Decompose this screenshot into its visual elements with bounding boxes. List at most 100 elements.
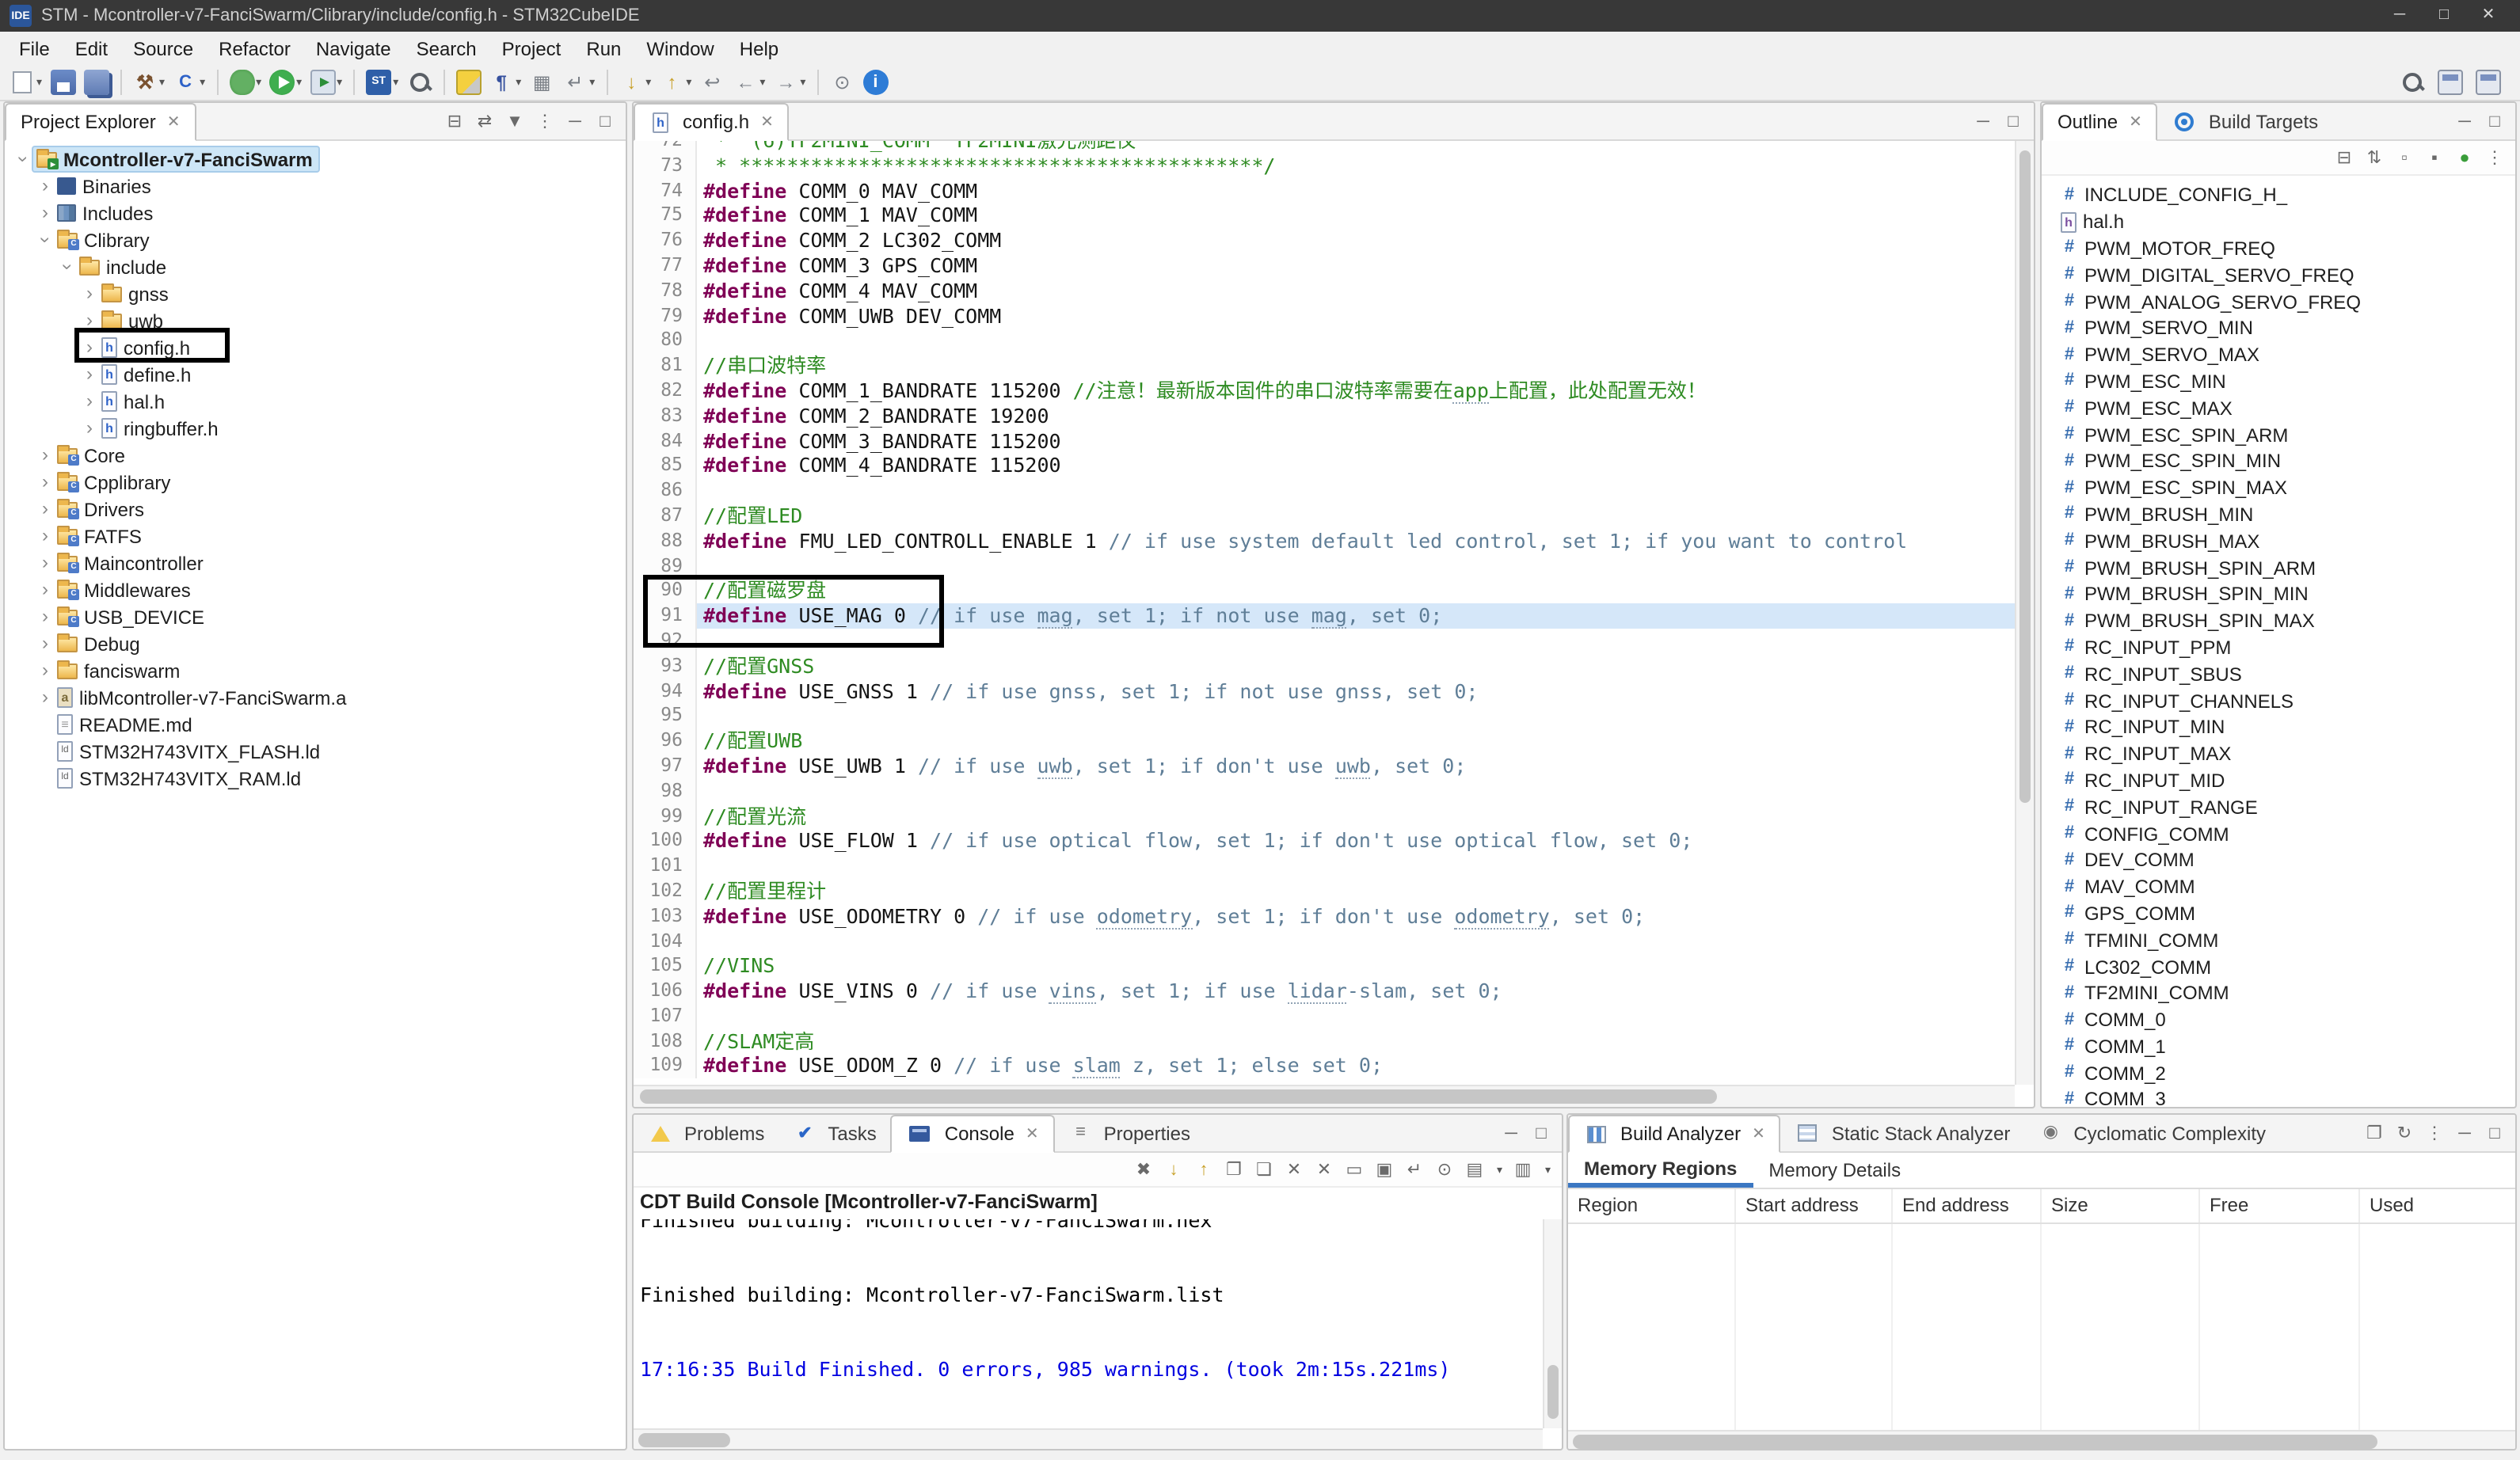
column-header-size[interactable]: Size (2042, 1189, 2200, 1222)
scrollbar-thumb[interactable] (2019, 150, 2031, 803)
forward-button[interactable]: →▾ (770, 67, 809, 98)
code-line-76[interactable]: 76#define COMM_2 LC302_COMM (634, 228, 2015, 253)
tree-item-usb-device[interactable]: ›USB_DEVICE (5, 603, 626, 630)
dropdown-caret-icon[interactable]: ▾ (200, 76, 205, 89)
scrollbar-thumb[interactable] (640, 1089, 1717, 1104)
view-menu-icon[interactable]: ⋮ (2485, 146, 2504, 169)
code-line-99[interactable]: 99//配置光流 (634, 804, 2015, 829)
tab-tasks[interactable]: ✔Tasks (778, 1115, 890, 1151)
expand-arrow-icon[interactable]: › (81, 285, 98, 302)
tab-cyclomatic-complexity[interactable]: ◉Cyclomatic Complexity (2024, 1115, 2280, 1151)
expand-arrow-icon[interactable]: › (36, 662, 54, 679)
last-edit-location-button[interactable]: ↩ (696, 67, 728, 98)
prev-console-page-icon[interactable]: ↑ (1194, 1158, 1213, 1181)
hide-non-public-icon[interactable]: ● (2455, 146, 2474, 169)
close-tab-icon[interactable]: ✕ (2129, 113, 2142, 131)
outline-item-pwm-esc-spin-min[interactable]: #PWM_ESC_SPIN_MIN (2042, 448, 2515, 475)
expand-arrow-icon[interactable]: › (36, 231, 54, 249)
code-line-100[interactable]: 100#define USE_FLOW 1 // if use optical … (634, 829, 2015, 854)
code-line-91[interactable]: 91#define USE_MAG 0 // if use mag, set 1… (634, 603, 2015, 629)
dropdown-caret-icon[interactable]: ▾ (1545, 1163, 1551, 1176)
outline-item-rc-input-ppm[interactable]: #RC_INPUT_PPM (2042, 634, 2515, 661)
tree-item-drivers[interactable]: ›Drivers (5, 496, 626, 523)
minimize-icon[interactable]: ─ (1502, 1122, 1521, 1144)
menu-navigate[interactable]: Navigate (303, 34, 404, 63)
tab-console[interactable]: Console✕ (891, 1115, 1055, 1153)
dropdown-caret-icon[interactable]: ▾ (645, 76, 651, 89)
open-build-log-icon[interactable]: ❏ (1254, 1158, 1273, 1181)
build-button[interactable]: ⚒▾ (129, 67, 168, 98)
word-wrap-icon[interactable]: ↵ (1405, 1158, 1424, 1181)
next-annotation-button[interactable]: ↓▾ (615, 67, 654, 98)
open-console-icon[interactable]: ▥ (1513, 1158, 1532, 1181)
menu-file[interactable]: File (6, 34, 63, 63)
cpp-perspective-icon[interactable] (2476, 70, 2501, 95)
code-line-86[interactable]: 86 (634, 478, 2015, 504)
code-line-95[interactable]: 95 (634, 704, 2015, 729)
tab-outline[interactable]: Outline✕ (2042, 103, 2158, 141)
maximize-icon[interactable]: □ (2485, 110, 2504, 132)
minimize-icon[interactable]: ─ (2455, 110, 2474, 132)
dropdown-caret-icon[interactable]: ▾ (393, 76, 398, 89)
outline-item-config-comm[interactable]: #CONFIG_COMM (2042, 820, 2515, 847)
tree-item-core[interactable]: ›Core (5, 442, 626, 469)
scrollbar-thumb[interactable] (1573, 1435, 2378, 1449)
tab-static-stack-analyzer[interactable]: Static Stack Analyzer (1781, 1115, 2024, 1151)
expand-arrow-icon[interactable]: › (36, 608, 54, 625)
tree-item-stm32h743vitx-ram-ld[interactable]: ldSTM32H743VITX_RAM.ld (5, 765, 626, 792)
analyzer-horizontal-scrollbar[interactable] (1568, 1430, 2515, 1449)
code-line-90[interactable]: 90//配置磁罗盘 (634, 579, 2015, 604)
outline-item-pwm-brush-max[interactable]: #PWM_BRUSH_MAX (2042, 528, 2515, 555)
menu-project[interactable]: Project (489, 34, 574, 63)
tree-item-libmcontroller-v7-fanciswarm-a[interactable]: ›alibMcontroller-v7-FanciSwarm.a (5, 684, 626, 711)
outline-item-tf2mini-comm[interactable]: #TF2MINI_COMM (2042, 980, 2515, 1007)
toggle-mark-occurrences-button[interactable] (452, 67, 484, 98)
editor-horizontal-scrollbar[interactable] (634, 1085, 2015, 1107)
code-line-89[interactable]: 89 (634, 553, 2015, 579)
block-selection-button[interactable]: ▦ (526, 67, 558, 98)
menu-refactor[interactable]: Refactor (206, 34, 303, 63)
tree-item-debug[interactable]: ›Debug (5, 630, 626, 657)
code-line-87[interactable]: 87//配置LED (634, 504, 2015, 529)
code-line-92[interactable]: 92 (634, 629, 2015, 654)
outline-item-pwm-motor-freq[interactable]: #PWM_MOTOR_FREQ (2042, 235, 2515, 262)
expand-arrow-icon[interactable]: › (14, 150, 32, 168)
maximize-icon[interactable]: □ (2004, 110, 2023, 132)
outline-item-dev-comm[interactable]: #DEV_COMM (2042, 847, 2515, 874)
refresh-icon[interactable]: ↻ (2395, 1122, 2414, 1144)
back-button[interactable]: ←▾ (729, 67, 768, 98)
copy-build-log-icon[interactable]: ❐ (1224, 1158, 1243, 1181)
menu-run[interactable]: Run (573, 34, 634, 63)
sort-icon[interactable]: ⇅ (2365, 146, 2384, 169)
expand-arrow-icon[interactable]: › (36, 447, 54, 464)
outline-item-pwm-analog-servo-freq[interactable]: #PWM_ANALOG_SERVO_FREQ (2042, 288, 2515, 315)
previous-annotation-button[interactable]: ↑▾ (656, 67, 695, 98)
outline-item-tfmini-comm[interactable]: #TFMINI_COMM (2042, 927, 2515, 954)
tab-build-targets[interactable]: Build Targets (2158, 103, 2332, 139)
outline-item-rc-input-max[interactable]: #RC_INPUT_MAX (2042, 740, 2515, 767)
save-all-button[interactable] (80, 67, 112, 98)
close-tab-icon[interactable]: ✕ (167, 113, 181, 131)
dropdown-caret-icon[interactable]: ▾ (589, 76, 595, 89)
expand-arrow-icon[interactable]: › (81, 393, 98, 410)
column-header-start-address[interactable]: Start address (1736, 1189, 1893, 1222)
expand-arrow-icon[interactable]: › (36, 500, 54, 518)
hide-fields-icon[interactable]: ▫ (2395, 146, 2414, 169)
tab-config-h[interactable]: h config.h ✕ (634, 103, 790, 141)
code-line-80[interactable]: 80 (634, 329, 2015, 354)
code-line-78[interactable]: 78#define COMM_4 MAV_COMM (634, 279, 2015, 304)
tab-build-analyzer[interactable]: Build Analyzer✕ (1568, 1115, 1781, 1153)
expand-arrow-icon[interactable]: › (36, 177, 54, 195)
code-line-72[interactable]: 72 * (6)TF2MINI_COMM TF2MINI激光测距仪 (634, 141, 2015, 154)
close-window-button[interactable]: ✕ (2466, 0, 2510, 32)
info-button[interactable]: i (859, 67, 891, 98)
save-button[interactable] (47, 67, 78, 98)
link-with-editor-icon[interactable]: ⇄ (475, 110, 494, 132)
scroll-lock-icon[interactable]: ▣ (1375, 1158, 1394, 1181)
menu-window[interactable]: Window (634, 34, 726, 63)
expand-arrow-icon[interactable]: › (81, 366, 98, 383)
code-editor[interactable]: 72 * (6)TF2MINI_COMM TF2MINI激光测距仪73 * **… (634, 141, 2015, 1085)
dropdown-caret-icon[interactable]: ▾ (159, 76, 165, 89)
console-vertical-scrollbar[interactable] (1543, 1219, 1562, 1428)
outline-item-hal-h[interactable]: hhal.h (2042, 209, 2515, 236)
